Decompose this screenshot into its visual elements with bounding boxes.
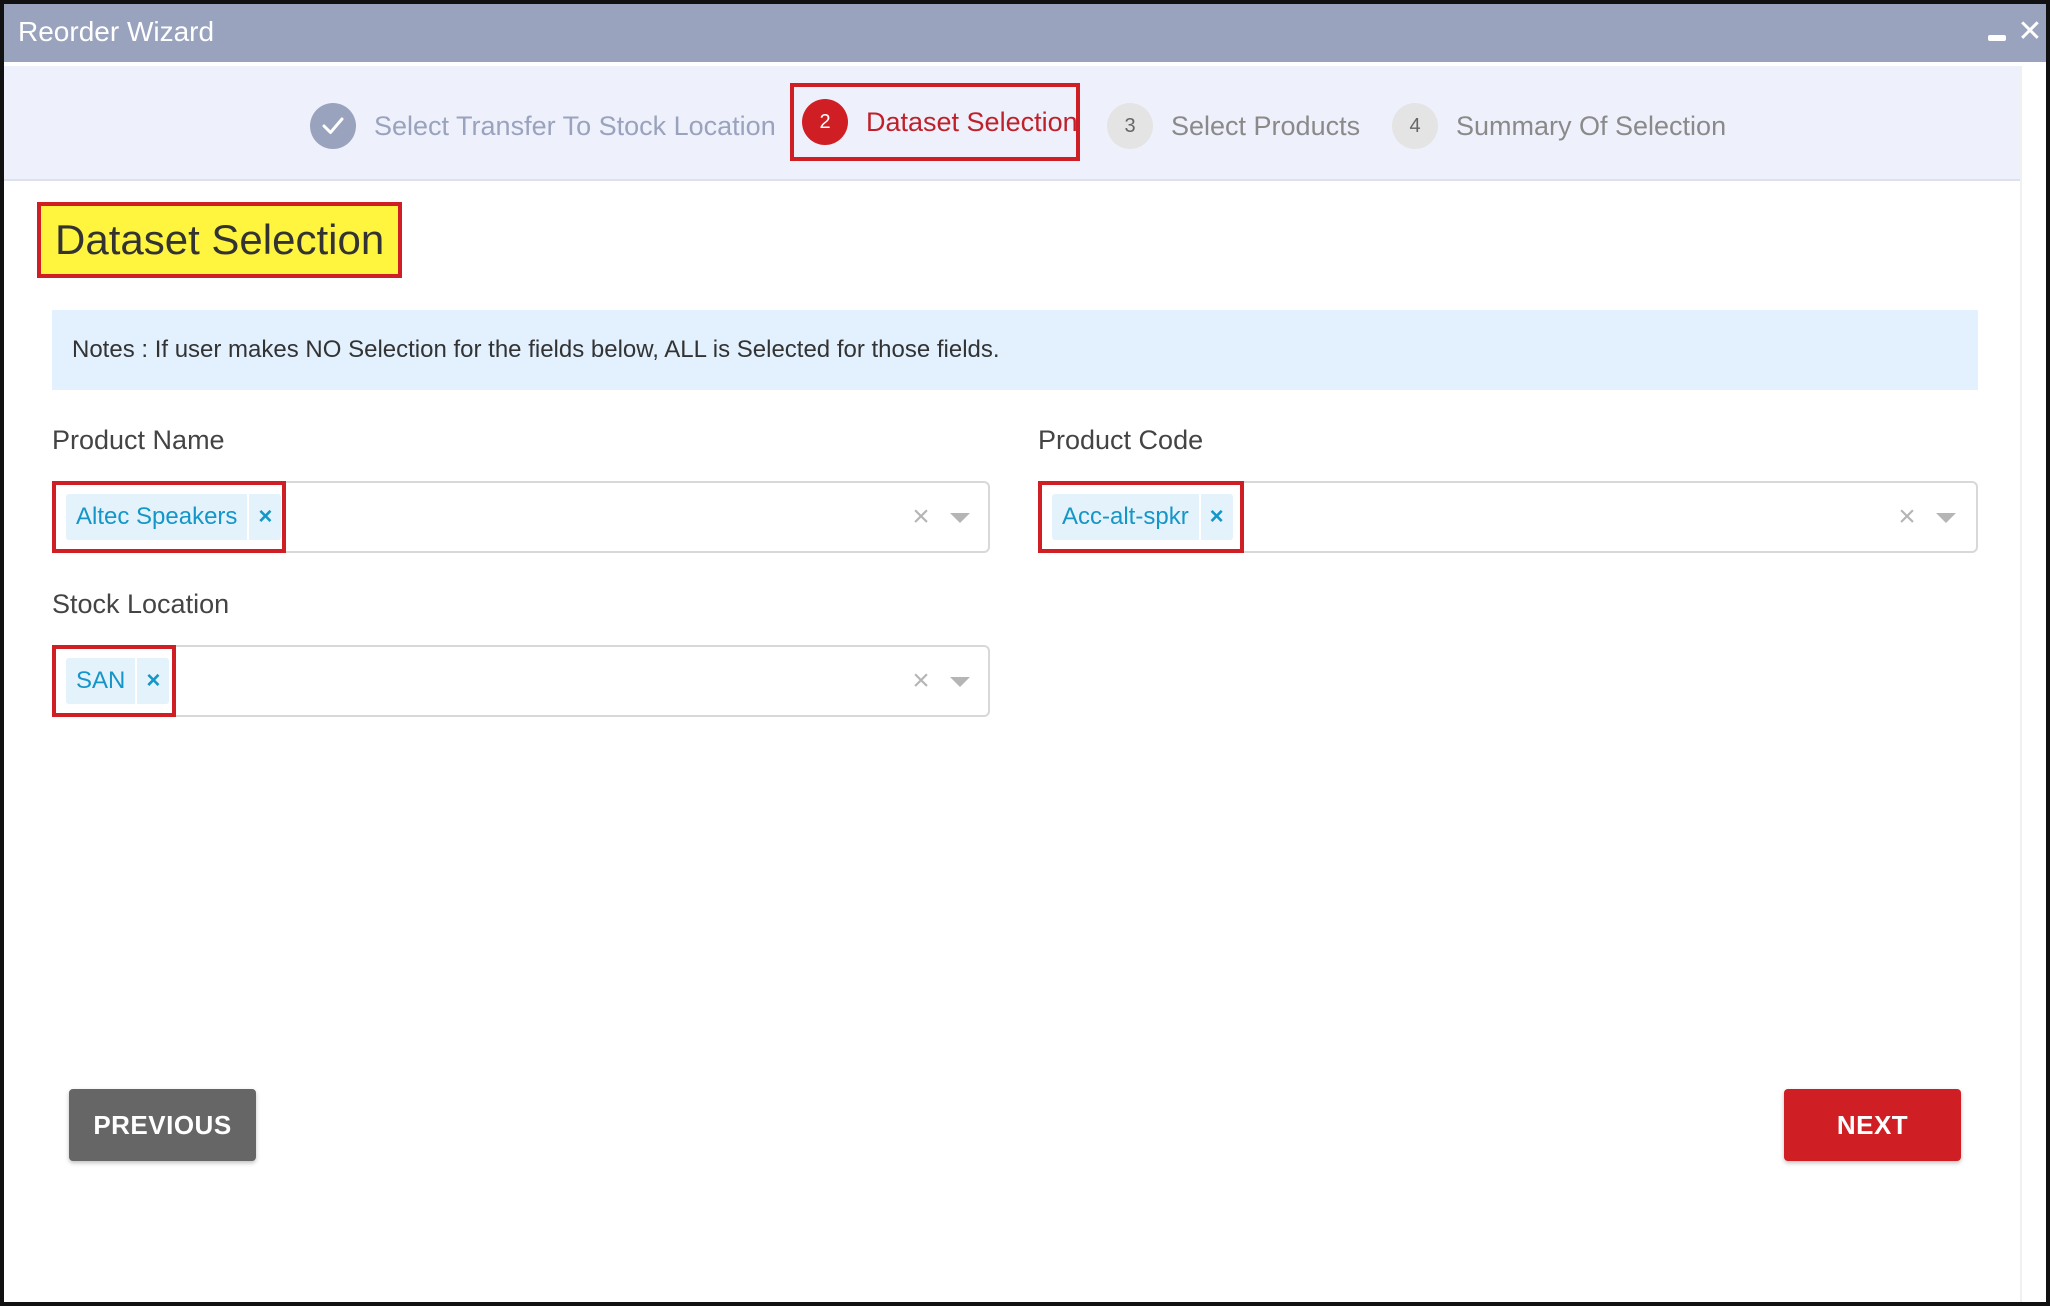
chevron-down-icon[interactable] xyxy=(950,513,970,523)
stock-location-select[interactable]: SAN × × xyxy=(52,645,990,717)
step-label: Select Transfer To Stock Location xyxy=(374,110,776,141)
chip-highlight: Acc-alt-spkr × xyxy=(1038,481,1244,553)
close-icon[interactable]: ✕ xyxy=(2016,17,2044,47)
chip-remove-icon[interactable]: × xyxy=(247,494,281,540)
clear-icon[interactable]: × xyxy=(1892,499,1922,535)
notes-text: Notes : If user makes NO Selection for t… xyxy=(72,336,1000,363)
chip-label: Altec Speakers xyxy=(76,503,238,530)
chip-label: SAN xyxy=(76,667,126,694)
step-number: 4 xyxy=(1392,103,1438,149)
scrollbar[interactable] xyxy=(2020,66,2046,1302)
title-bar: Reorder Wizard ✕ xyxy=(4,4,2046,62)
page-title: Dataset Selection xyxy=(37,202,403,278)
step-dataset-selection[interactable]: 2 Dataset Selection xyxy=(790,83,1080,161)
clear-icon[interactable]: × xyxy=(906,499,936,535)
selected-chip: SAN × xyxy=(66,658,170,704)
next-button[interactable]: NEXT xyxy=(1784,1089,1961,1161)
chip-remove-icon[interactable]: × xyxy=(135,658,169,704)
step-label: Dataset Selection xyxy=(866,106,1078,137)
window-title: Reorder Wizard xyxy=(18,16,215,47)
selected-chip: Altec Speakers × xyxy=(66,494,282,540)
clear-icon[interactable]: × xyxy=(906,663,936,699)
step-number: 3 xyxy=(1107,103,1153,149)
minimize-icon[interactable] xyxy=(1982,18,2010,46)
stock-location-label: Stock Location xyxy=(52,589,230,619)
page-title-text: Dataset Selection xyxy=(55,216,385,263)
wizard-stepper: Select Transfer To Stock Location 2 Data… xyxy=(4,66,2020,181)
chevron-down-icon[interactable] xyxy=(950,677,970,687)
product-code-select[interactable]: Acc-alt-spkr × × xyxy=(1038,481,1978,553)
notes-banner: Notes : If user makes NO Selection for t… xyxy=(52,310,1978,390)
chevron-down-icon[interactable] xyxy=(1936,513,1956,523)
product-code-label: Product Code xyxy=(1038,425,1204,455)
product-name-select[interactable]: Altec Speakers × × xyxy=(52,481,990,553)
product-name-label: Product Name xyxy=(52,425,225,455)
chip-label: Acc-alt-spkr xyxy=(1062,503,1189,530)
chip-highlight: Altec Speakers × xyxy=(52,481,286,553)
selected-chip: Acc-alt-spkr × xyxy=(1052,494,1233,540)
reorder-wizard-window: Reorder Wizard ✕ Select Transfer To Stoc… xyxy=(0,0,2050,1306)
step-select-transfer-location[interactable]: Select Transfer To Stock Location xyxy=(310,98,776,154)
step-label: Select Products xyxy=(1171,110,1361,141)
step-select-products[interactable]: 3 Select Products xyxy=(1107,98,1360,154)
chip-highlight: SAN × xyxy=(52,645,176,717)
check-icon xyxy=(310,103,356,149)
step-label: Summary Of Selection xyxy=(1456,110,1727,141)
step-summary-of-selection[interactable]: 4 Summary Of Selection xyxy=(1392,98,1726,154)
previous-button[interactable]: PREVIOUS xyxy=(69,1089,256,1161)
chip-remove-icon[interactable]: × xyxy=(1198,494,1233,540)
step-number: 2 xyxy=(802,99,848,145)
